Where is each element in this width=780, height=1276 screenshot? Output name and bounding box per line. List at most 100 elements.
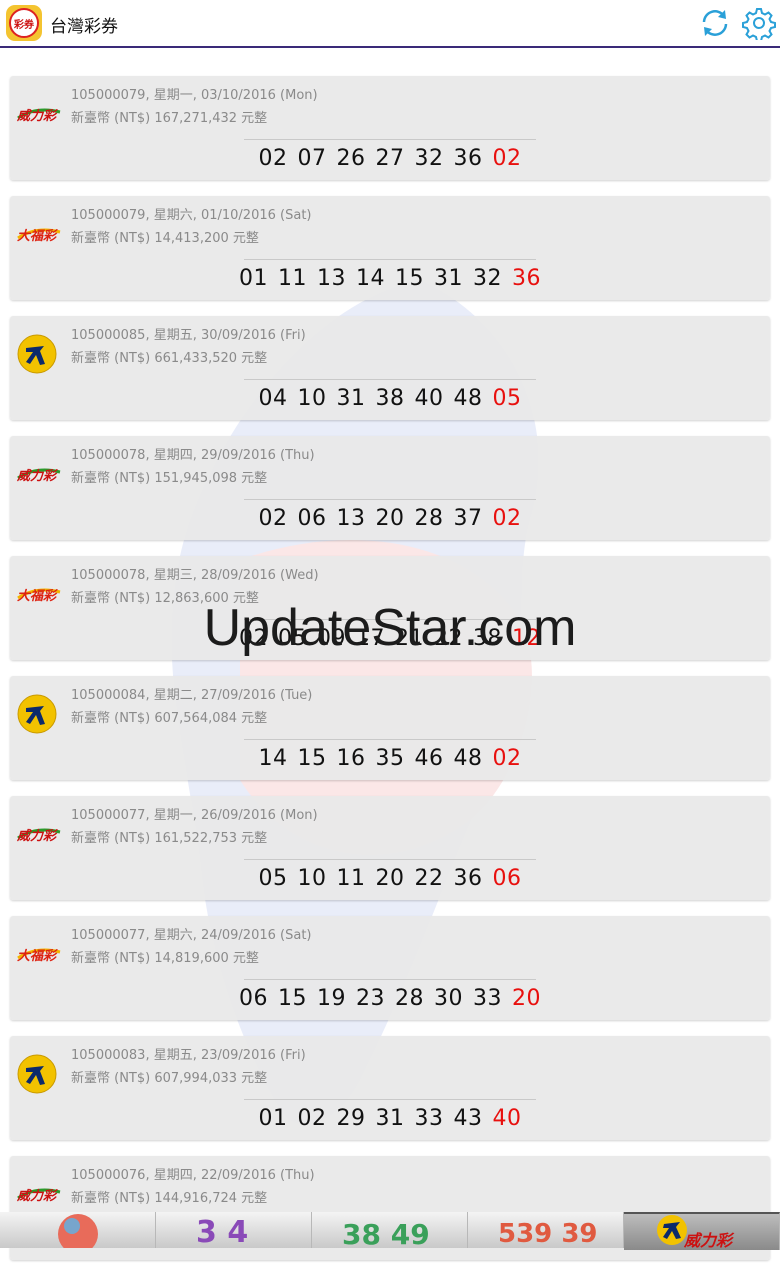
divider [244,739,536,740]
prize-amount: 新臺幣 (NT$) 12,863,600 元整 [71,591,259,606]
number-ball: 02 [258,146,288,171]
tab-logo-text: 3 4 [196,1215,248,1248]
tab-all[interactable] [0,1212,156,1248]
prize-amount: 新臺幣 (NT$) 14,413,200 元整 [71,231,259,246]
number-ball: 15 [297,746,327,771]
number-ball: 15 [278,986,307,1011]
draw-meta: 105000078, 星期三, 28/09/2016 (Wed) [71,568,319,583]
special-number: 02 [492,746,522,771]
draw-result-card[interactable]: 威力彩 105000079, 星期一, 03/10/2016 (Mon) 新臺幣 (… [10,76,770,180]
number-ball: 28 [414,506,444,531]
number-ball: 05 [258,866,288,891]
number-ball: 13 [336,506,366,531]
draw-result-card[interactable]: 105000085, 星期五, 30/09/2016 (Fri) 新臺幣 (NT$… [10,316,770,420]
number-ball: 07 [297,146,327,171]
tab-3-4-star[interactable]: 3 4 [156,1212,312,1248]
power-lottery-logo: 威力彩 [16,828,61,844]
special-number: 36 [512,266,541,291]
number-ball: 06 [297,506,327,531]
number-ball: 30 [434,986,463,1011]
refresh-icon[interactable] [698,6,732,40]
539-39-logo: 539 39 [498,1219,598,1248]
special-number: 02 [492,146,522,171]
draw-result-card[interactable]: 大福彩 105000078, 星期三, 28/09/2016 (Wed) 新臺幣 (… [10,556,770,660]
lotto-ball-logo [17,694,57,734]
tab-logo-text: 38 49 [342,1218,430,1248]
tab-logo-text: 539 39 [498,1219,598,1248]
special-number: 20 [512,986,541,1011]
number-ball: 02 [239,626,268,651]
number-ball: 31 [336,386,366,411]
divider [244,859,536,860]
number-ball: 26 [336,146,366,171]
draw-result-card[interactable]: 威力彩 105000077, 星期一, 26/09/2016 (Mon) 新臺幣 (… [10,796,770,900]
winning-numbers: 01 02 29 31 33 43 40 [10,1106,770,1131]
number-ball: 05 [278,626,307,651]
draw-result-card[interactable]: 大福彩 105000079, 星期六, 01/10/2016 (Sat) 新臺幣 (… [10,196,770,300]
number-ball: 02 [297,1106,327,1131]
power-lottery-logo: 威力彩 [16,1188,61,1204]
number-ball: 38 [473,626,502,651]
draw-result-card[interactable]: 大福彩 105000077, 星期六, 24/09/2016 (Sat) 新臺幣 (… [10,916,770,1020]
draw-meta: 105000079, 星期六, 01/10/2016 (Sat) [71,208,312,223]
logo-text: 大福彩 [17,588,58,604]
draw-meta: 105000083, 星期五, 23/09/2016 (Fri) [71,1048,306,1063]
number-ball: 29 [336,1106,366,1131]
number-ball: 46 [414,746,444,771]
winning-numbers: 06 15 19 23 28 30 33 20 [10,986,770,1011]
number-ball: 04 [258,386,288,411]
special-number: 40 [492,1106,522,1131]
ball-icon [58,1214,98,1248]
number-ball: 10 [297,866,327,891]
number-ball: 19 [317,986,346,1011]
divider [244,619,536,620]
draw-results-list[interactable]: 威力彩 105000079, 星期一, 03/10/2016 (Mon) 新臺幣 (… [10,76,770,1276]
number-ball: 20 [375,506,405,531]
prize-amount: 新臺幣 (NT$) 161,522,753 元整 [71,831,268,846]
draw-result-card[interactable]: 威力彩 105000078, 星期四, 29/09/2016 (Thu) 新臺幣 (… [10,436,770,540]
app-title: 台灣彩券 [50,17,118,37]
winning-numbers: 02 06 13 20 28 37 02 [10,506,770,531]
lotto-ball-logo [17,334,57,374]
3-4-star-logo: 3 4 [196,1215,248,1248]
winning-numbers: 05 10 11 20 22 36 06 [10,866,770,891]
tab-539-39[interactable]: 539 39 [468,1212,624,1248]
app-logo-text: 彩券 [9,8,39,38]
tab-38-49[interactable]: 38 49 [312,1212,468,1248]
prize-amount: 新臺幣 (NT$) 144,916,724 元整 [71,1191,268,1206]
gear-icon[interactable] [742,6,776,40]
prize-amount: 新臺幣 (NT$) 661,433,520 元整 [71,351,268,366]
special-number: 05 [492,386,522,411]
number-ball: 40 [414,386,444,411]
divider [244,979,536,980]
number-ball: 01 [239,266,268,291]
number-ball: 28 [395,986,424,1011]
divider [244,139,536,140]
number-ball: 48 [453,746,483,771]
special-number: 12 [512,626,541,651]
number-ball: 14 [258,746,288,771]
draw-meta: 105000077, 星期一, 26/09/2016 (Mon) [71,808,318,823]
number-ball: 35 [375,746,405,771]
number-ball: 23 [356,986,385,1011]
number-ball: 21 [395,626,424,651]
prize-amount: 新臺幣 (NT$) 151,945,098 元整 [71,471,268,486]
number-ball: 48 [453,386,483,411]
number-ball: 33 [473,986,502,1011]
game-tab-bar: 3 4 38 49 539 39 威力彩 [0,1212,780,1250]
tab-power-lottery[interactable]: 威力彩 [624,1212,780,1250]
draw-meta: 105000085, 星期五, 30/09/2016 (Fri) [71,328,306,343]
number-ball: 06 [239,986,268,1011]
draw-result-card[interactable]: 105000084, 星期二, 27/09/2016 (Tue) 新臺幣 (NT$… [10,676,770,780]
number-ball: 31 [434,266,463,291]
big-lotto-logo: 大福彩 [17,228,61,244]
big-lotto-logo: 大福彩 [17,588,61,604]
number-ball: 32 [473,266,502,291]
draw-result-card[interactable]: 105000083, 星期五, 23/09/2016 (Fri) 新臺幣 (NT$… [10,1036,770,1140]
draw-meta: 105000078, 星期四, 29/09/2016 (Thu) [71,448,315,463]
number-ball: 27 [375,146,405,171]
app-header: 彩券 台灣彩券 [0,0,780,48]
draw-meta: 105000076, 星期四, 22/09/2016 (Thu) [71,1168,315,1183]
logo-text: 威力彩 [16,468,58,484]
number-ball: 22 [414,866,444,891]
